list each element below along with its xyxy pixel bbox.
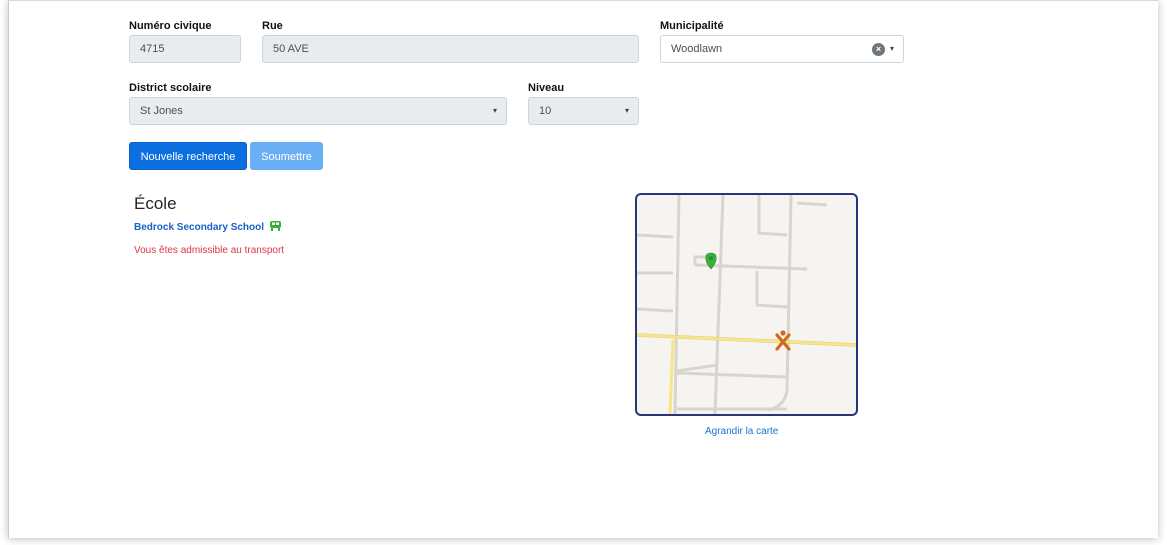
level-value: 10 (539, 105, 552, 117)
app-window: Numéro civique Rue Municipalité 4715 50 … (8, 0, 1158, 538)
street-field[interactable]: 50 AVE (262, 35, 639, 63)
school-name: Bedrock Secondary School (134, 222, 265, 233)
chevron-down-icon: ▾ (624, 106, 629, 115)
map-thumbnail[interactable] (635, 193, 858, 416)
chevron-down-icon[interactable]: ▾ (890, 36, 894, 62)
school-district-select[interactable]: St Jones ▾ (129, 97, 507, 125)
eligibility-message: Vous êtes admissible au transport (134, 245, 285, 256)
civic-number-field[interactable]: 4715 (129, 35, 241, 63)
enlarge-map-link[interactable]: Agrandir la carte (705, 426, 778, 437)
bus-icon (269, 221, 281, 231)
school-district-label: District scolaire (129, 82, 212, 94)
municipality-label: Municipalité (660, 20, 724, 32)
school-link[interactable]: Bedrock Secondary School (134, 220, 282, 235)
submit-button[interactable]: Soumettre (250, 142, 323, 170)
school-district-value: St Jones (140, 105, 183, 117)
new-search-button[interactable]: Nouvelle recherche (129, 142, 247, 170)
level-select[interactable]: 10 ▾ (528, 97, 639, 125)
street-label: Rue (262, 20, 283, 32)
civic-number-label: Numéro civique (129, 20, 212, 32)
result-heading: École (134, 194, 177, 213)
municipality-value: Woodlawn (671, 43, 723, 55)
level-label: Niveau (528, 82, 565, 94)
municipality-select[interactable]: Woodlawn × ▾ (660, 35, 904, 63)
map-canvas[interactable] (637, 195, 856, 414)
chevron-down-icon: ▾ (492, 106, 497, 115)
clear-icon[interactable]: × (872, 43, 885, 56)
